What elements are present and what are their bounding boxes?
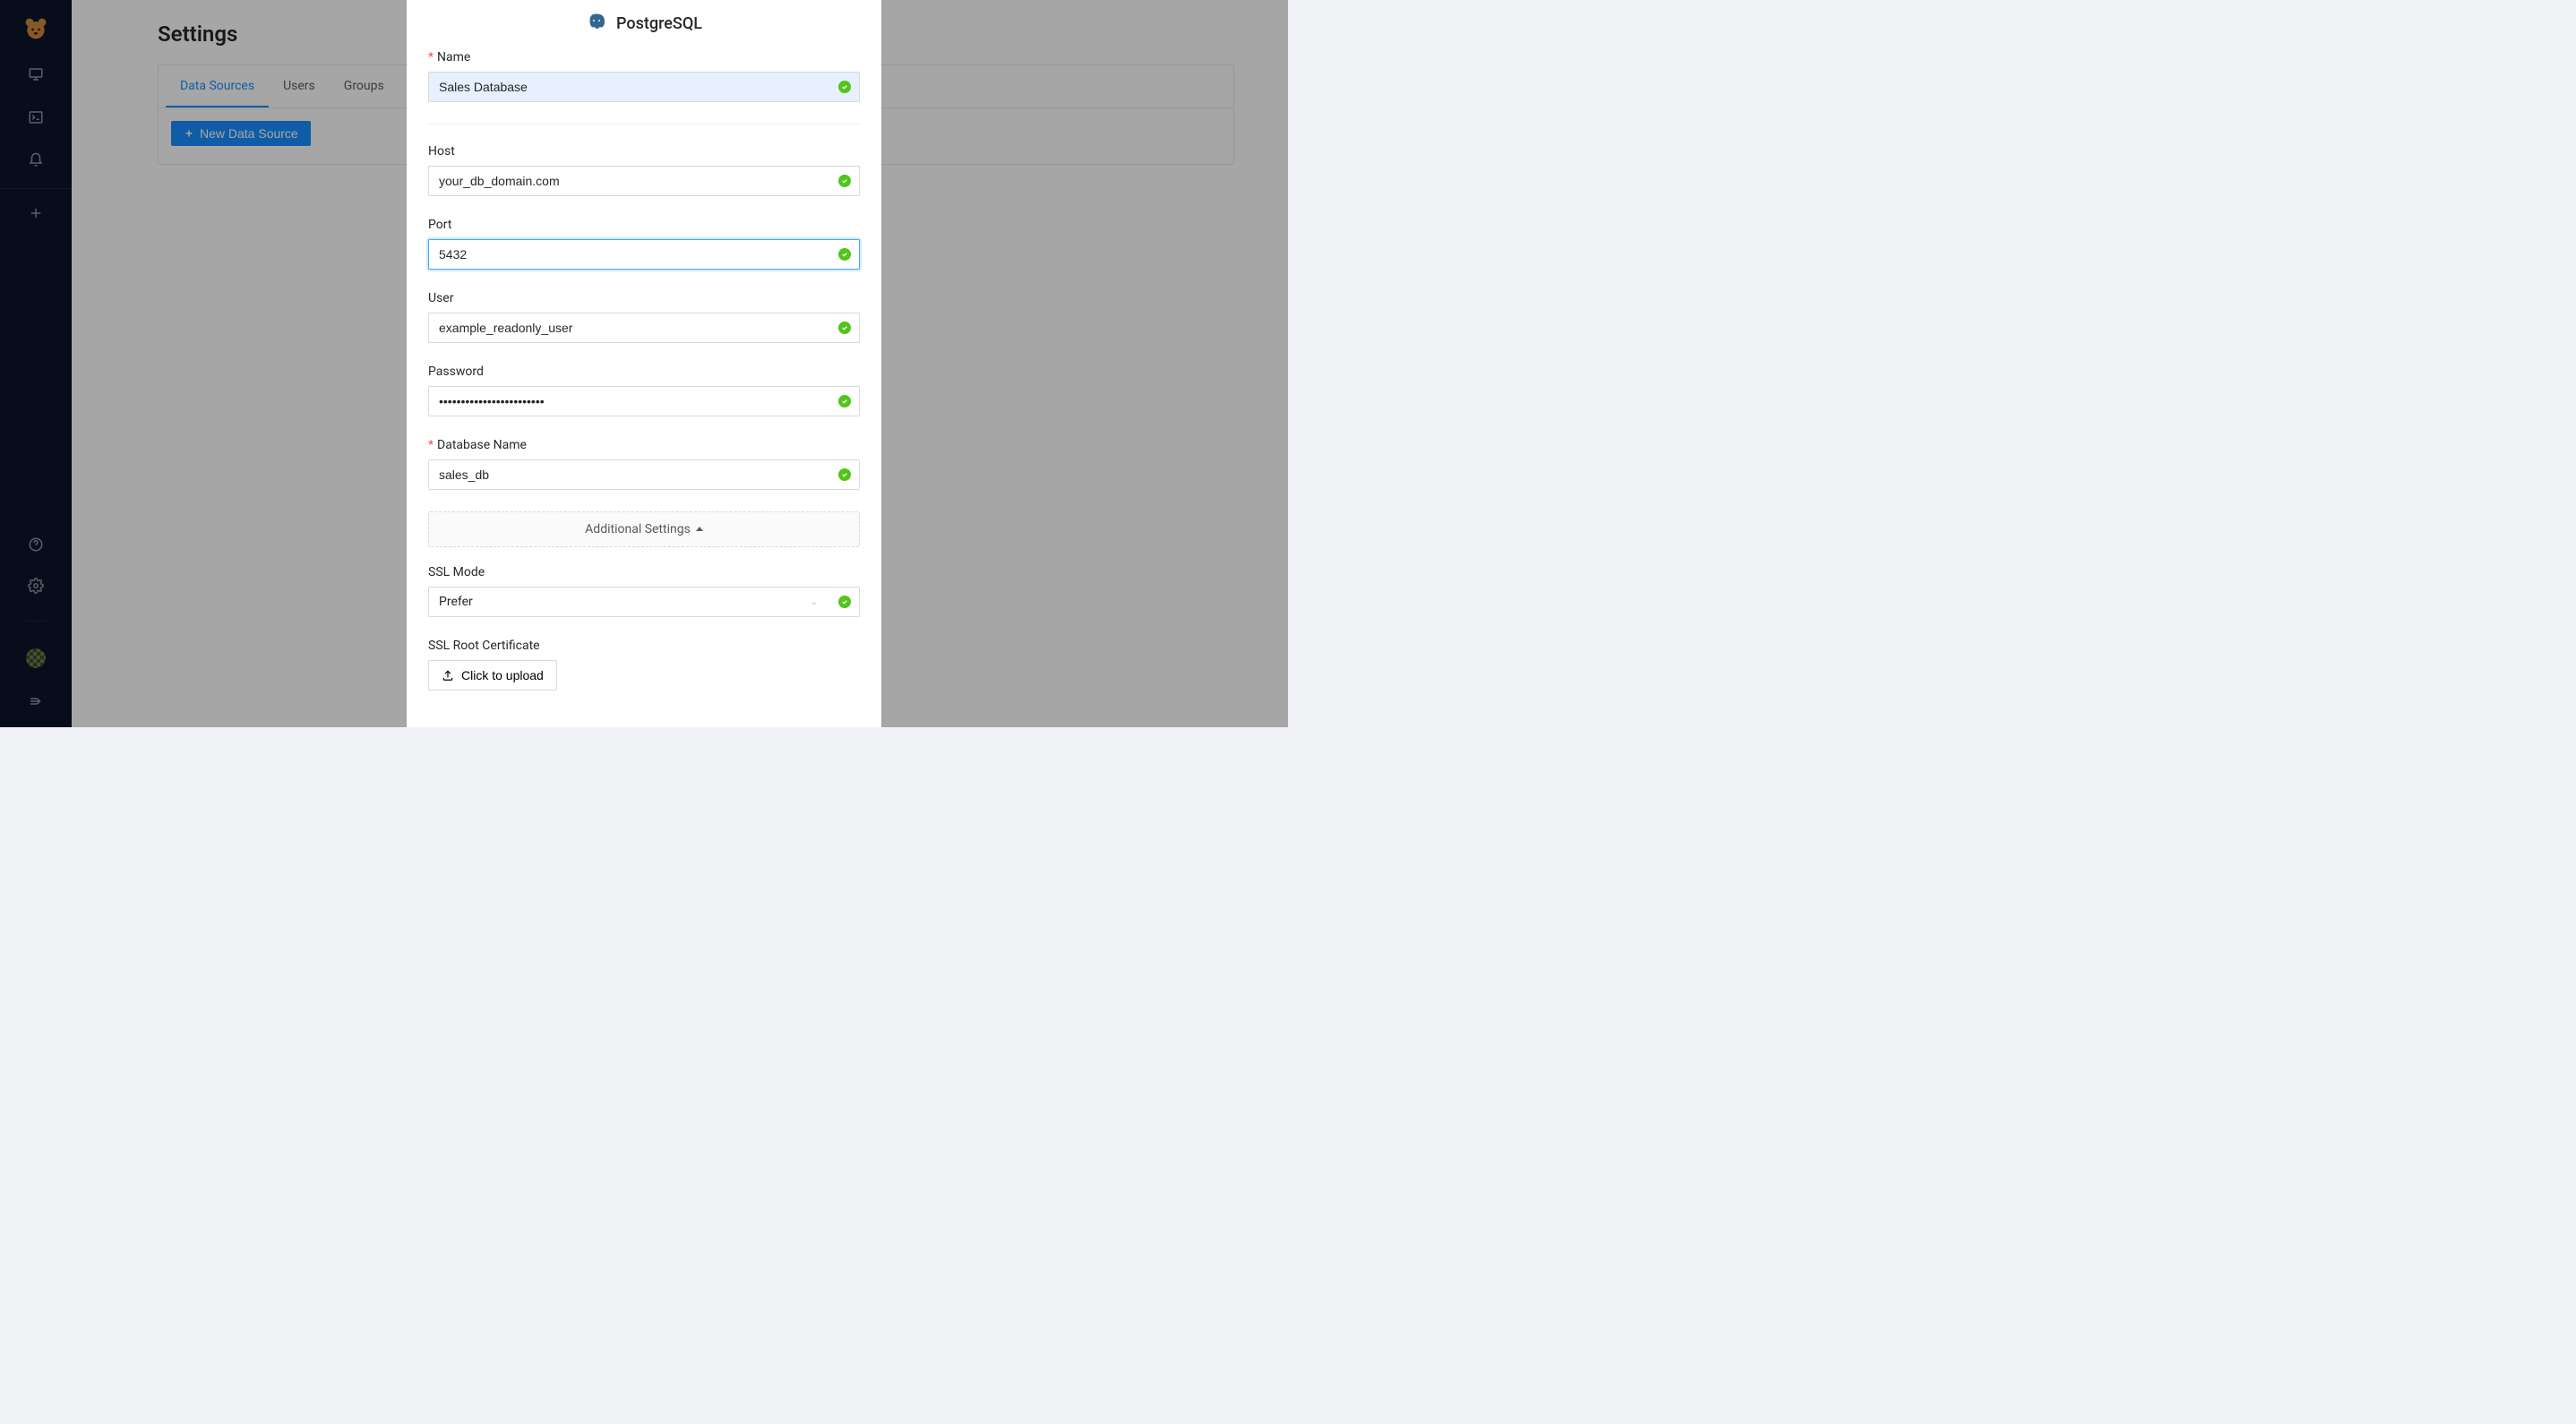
collapse-icon[interactable]	[28, 693, 44, 709]
check-icon	[838, 248, 851, 261]
field-host: Host	[428, 144, 860, 207]
check-icon	[838, 596, 851, 608]
field-port: Port	[428, 218, 860, 280]
upload-button[interactable]: Click to upload	[428, 660, 557, 691]
field-password: Password	[428, 365, 860, 427]
label-ssl-mode: SSL Mode	[428, 565, 860, 579]
gear-icon[interactable]	[28, 578, 44, 594]
check-icon	[838, 468, 851, 481]
label-name: *Name	[428, 50, 860, 64]
select-ssl-mode[interactable]: Prefer ⌄	[428, 587, 860, 617]
check-icon	[838, 81, 851, 93]
monitor-icon[interactable]	[28, 66, 44, 82]
sidebar	[0, 0, 72, 727]
label-port: Port	[428, 218, 860, 232]
data-source-modal: PostgreSQL *Name Host Port User	[407, 0, 881, 727]
modal-header: PostgreSQL	[428, 0, 860, 50]
field-user: User	[428, 291, 860, 354]
input-name[interactable]	[428, 72, 860, 102]
input-password[interactable]	[428, 386, 860, 416]
upload-label: Click to upload	[461, 668, 544, 682]
terminal-icon[interactable]	[28, 109, 44, 125]
label-host: Host	[428, 144, 860, 159]
modal-title: PostgreSQL	[616, 14, 702, 33]
tab-data-sources[interactable]: Data Sources	[166, 65, 269, 107]
field-ssl-mode: SSL Mode Prefer ⌄	[428, 565, 860, 628]
input-database-name[interactable]	[428, 459, 860, 490]
help-icon[interactable]	[28, 536, 44, 553]
user-avatar[interactable]	[26, 648, 46, 668]
check-icon	[838, 395, 851, 407]
input-host[interactable]	[428, 166, 860, 196]
ssl-mode-value: Prefer	[439, 595, 473, 609]
check-icon	[838, 322, 851, 334]
chevron-down-icon: ⌄	[811, 597, 818, 607]
app-logo[interactable]	[23, 16, 48, 41]
field-name: *Name	[428, 50, 860, 124]
postgresql-icon	[586, 13, 607, 34]
label-ssl-root-cert: SSL Root Certificate	[428, 639, 860, 653]
field-database-name: *Database Name	[428, 438, 860, 501]
label-database-name: *Database Name	[428, 438, 860, 452]
additional-settings-toggle[interactable]: Additional Settings	[428, 511, 860, 547]
additional-settings-label: Additional Settings	[585, 522, 691, 536]
field-ssl-root-cert: SSL Root Certificate Click to upload	[428, 639, 860, 701]
input-port[interactable]	[428, 239, 860, 270]
plus-icon[interactable]	[28, 205, 44, 221]
check-icon	[838, 175, 851, 187]
upload-icon	[442, 669, 454, 682]
caret-up-icon	[696, 527, 703, 531]
bell-icon[interactable]	[28, 152, 44, 168]
tab-users[interactable]: Users	[269, 65, 330, 107]
new-data-source-button[interactable]: New Data Source	[171, 121, 311, 146]
tab-groups[interactable]: Groups	[330, 65, 399, 107]
label-user: User	[428, 291, 860, 305]
input-user[interactable]	[428, 313, 860, 343]
new-data-source-label: New Data Source	[200, 126, 298, 141]
label-password: Password	[428, 365, 860, 379]
